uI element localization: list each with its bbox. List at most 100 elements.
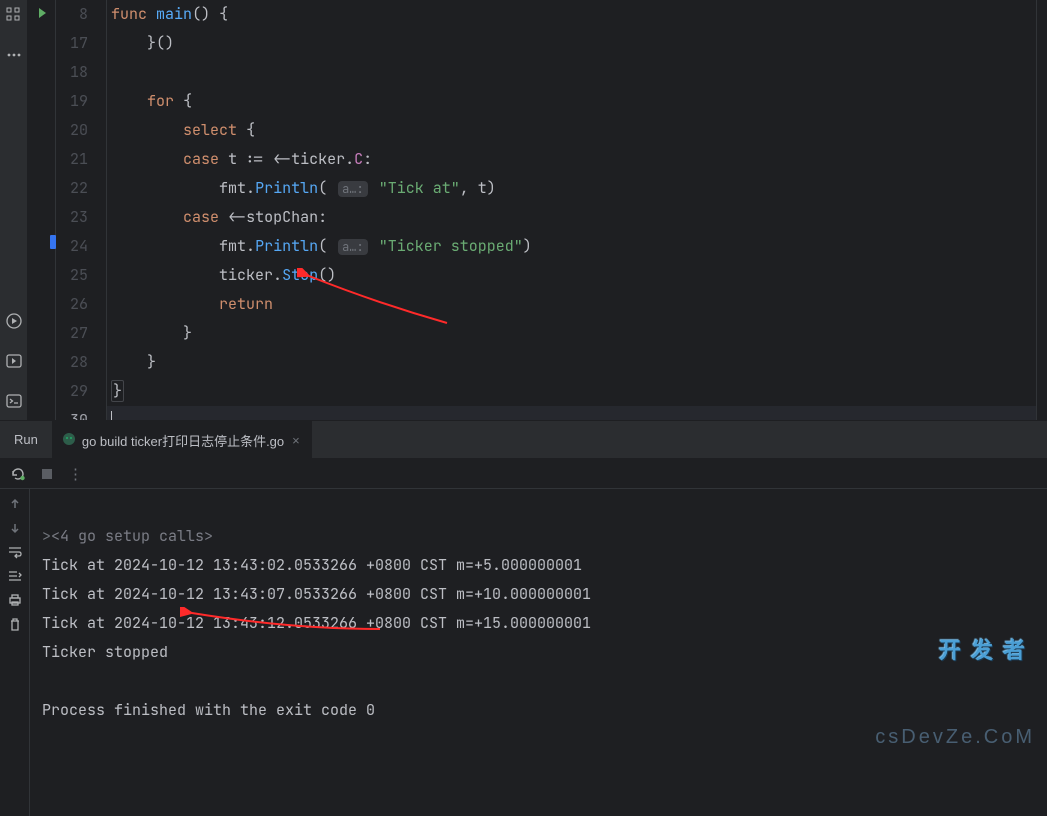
method-call: Stop: [282, 265, 318, 285]
line-number: 28: [70, 348, 88, 377]
line-number: 27: [70, 319, 88, 348]
brace: }: [111, 380, 124, 402]
package: fmt: [219, 178, 246, 198]
keyword: case: [183, 149, 219, 169]
more-icon[interactable]: [3, 44, 25, 66]
line-number: 17: [70, 29, 88, 58]
console-line: Tick at 2024-10-12 13:43:07.0533266 +080…: [42, 584, 591, 604]
keyword: case: [183, 207, 219, 227]
brace: {: [219, 4, 228, 24]
punct: .: [273, 265, 282, 285]
function-call: Println: [255, 178, 318, 198]
punct: .: [246, 236, 255, 256]
editor-scrollbar[interactable]: [1037, 0, 1047, 420]
line-number: 26: [70, 290, 88, 319]
brace: }(): [147, 33, 174, 53]
line-number: 29: [70, 377, 88, 406]
tool-window-bar: [0, 0, 28, 420]
console-setup-line: <4 go setup calls>: [51, 526, 213, 546]
identifier: ticker: [219, 265, 273, 285]
run-config-tab[interactable]: go build ticker打印日志停止条件.go ×: [52, 421, 312, 458]
line-number-gutter: 8 17 18 19 20 21 22 23 24 25 26 27 28 29…: [56, 0, 107, 420]
gutter-icons: [28, 0, 56, 420]
paren: (: [318, 236, 327, 256]
code-area[interactable]: func main() { }() for { select { case t …: [107, 0, 1037, 420]
structure-icon[interactable]: [3, 4, 25, 26]
keyword: for: [147, 91, 174, 111]
console-line: Ticker stopped: [42, 642, 168, 662]
identifier: t: [228, 149, 237, 169]
string-literal: "Ticker stopped": [379, 236, 523, 256]
line-number: 18: [70, 58, 88, 87]
brace: }: [183, 323, 192, 343]
function-call: Println: [255, 236, 318, 256]
brace: {: [183, 91, 192, 111]
brace: {: [246, 120, 255, 140]
watermark-text: 开发者: [875, 636, 1035, 665]
inlay-hint: a…:: [338, 239, 368, 255]
run-tab[interactable]: Run: [0, 421, 52, 458]
punct: :: [318, 207, 327, 227]
console-line: Tick at 2024-10-12 13:43:02.0533266 +080…: [42, 555, 582, 575]
down-icon[interactable]: [8, 521, 22, 535]
more-actions-icon[interactable]: ⋮: [68, 464, 85, 484]
keyword: return: [219, 294, 273, 314]
terminal-icon[interactable]: [3, 390, 25, 412]
field: C: [354, 149, 363, 169]
punct: :: [363, 149, 372, 169]
services-icon[interactable]: [3, 310, 25, 332]
brace: }: [147, 352, 156, 372]
string-literal: "Tick at": [379, 178, 460, 198]
scroll-to-end-icon[interactable]: [7, 569, 23, 583]
watermark-text: csDevZe.CoM: [875, 723, 1035, 752]
run-tool-window: Run go build ticker打印日志停止条件.go × ⋮ ><4 g…: [0, 420, 1047, 816]
run-tabs: Run go build ticker打印日志停止条件.go ×: [0, 421, 1047, 459]
punct: .: [246, 178, 255, 198]
paren: ): [523, 236, 532, 256]
vcs-marker: [50, 235, 56, 249]
line-number: 8: [70, 0, 88, 29]
console-output[interactable]: ><4 go setup calls> Tick at 2024-10-12 1…: [30, 489, 1047, 816]
identifier: <-ticker: [273, 149, 345, 169]
punct: ,: [460, 178, 469, 198]
keyword: func: [111, 4, 147, 24]
line-number: 30: [70, 406, 88, 420]
identifier: <-stopChan: [228, 207, 318, 227]
close-icon[interactable]: ×: [290, 433, 302, 448]
run-line-marker-icon[interactable]: [35, 5, 49, 25]
line-number: 21: [70, 145, 88, 174]
run-config-name: go build ticker打印日志停止条件.go: [82, 431, 284, 450]
run-toolbar: ⋮: [0, 459, 1047, 489]
editor: 8 17 18 19 20 21 22 23 24 25 26 27 28 29…: [28, 0, 1047, 420]
paren: (): [318, 265, 336, 285]
punct: .: [345, 149, 354, 169]
identifier: t: [478, 178, 487, 198]
console-exit-line: Process finished with the exit code 0: [42, 700, 375, 720]
up-icon[interactable]: [8, 497, 22, 511]
paren: (: [318, 178, 327, 198]
go-icon: [62, 432, 76, 449]
line-number: 23: [70, 203, 88, 232]
soft-wrap-icon[interactable]: [7, 545, 23, 559]
punct: (): [192, 4, 210, 24]
print-icon[interactable]: [7, 593, 23, 607]
line-number: 24: [70, 232, 88, 261]
trash-icon[interactable]: [8, 617, 22, 633]
caret: [111, 411, 112, 420]
keyword: select: [183, 120, 237, 140]
watermark: 开发者 csDevZe.CoM: [875, 578, 1035, 810]
rerun-icon[interactable]: [10, 466, 26, 482]
line-number: 22: [70, 174, 88, 203]
inlay-hint: a…:: [338, 181, 368, 197]
line-number: 20: [70, 116, 88, 145]
console-line: Tick at 2024-10-12 13:43:12.0533266 +080…: [42, 613, 591, 633]
function-name: main: [156, 4, 192, 24]
stop-icon[interactable]: [40, 467, 54, 481]
line-number: 19: [70, 87, 88, 116]
run-tool-icon[interactable]: [3, 350, 25, 372]
operator: :=: [246, 149, 264, 169]
package: fmt: [219, 236, 246, 256]
paren: ): [487, 178, 496, 198]
line-number: 25: [70, 261, 88, 290]
console-gutter: [0, 489, 30, 816]
